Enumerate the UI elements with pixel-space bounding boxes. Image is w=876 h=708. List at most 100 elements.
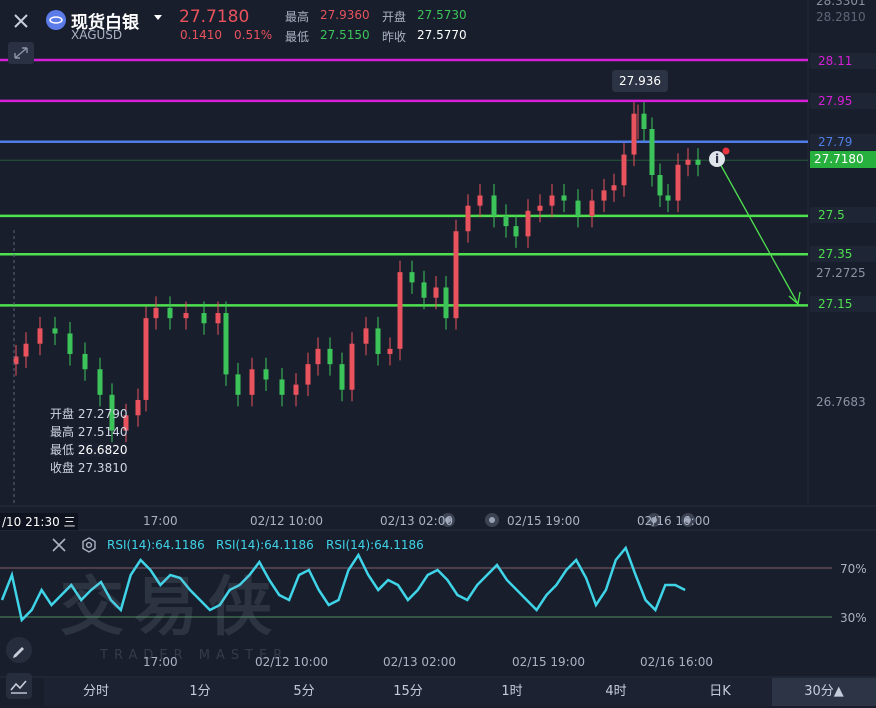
price-axis-tick: 28.2810 [816,10,866,24]
low-value: 27.5150 [320,28,370,42]
tooltip-open-value: 27.2790 [77,407,128,421]
tab-15min[interactable]: 15分 [356,678,460,706]
candle-body [657,175,663,196]
candle-body [135,399,141,416]
candle-body [549,195,555,206]
candle-body [37,328,43,344]
time-tick: 02/15 19:00 [507,514,580,528]
tooltip-high-value: 27.5140 [77,425,128,439]
level-label-27-15: 27.15 [810,296,876,312]
candle-body [52,328,58,334]
collapse-icon[interactable] [8,42,34,64]
level-label-27-79: 27.79 [810,134,876,150]
rsi-time-tick: 02/13 02:00 [383,655,456,669]
indicator-icon[interactable] [6,673,32,699]
time-tick: 02/16 16:00 [637,514,710,528]
tooltip-low-label: 最低 [50,443,75,457]
tooltip-close-value: 27.3810 [77,461,128,475]
candle-body [153,307,159,319]
candle-body [315,348,321,365]
candle-body [293,384,299,395]
projection-arrow-down [717,159,799,305]
price-axis-tick: 27.2725 [816,266,866,280]
rsi-time-tick: 17:00 [143,655,178,669]
time-tick: 17:00 [143,514,178,528]
silver-logo-icon [46,10,66,30]
tooltip-low-value: 26.6820 [77,443,128,457]
high-value: 27.9360 [320,8,370,22]
candle-body [649,129,655,176]
candle-body [421,282,427,298]
open-value: 27.5730 [417,8,467,22]
candle-body [575,200,581,216]
symbol-code: XAGUSD [71,28,123,42]
candle-body [477,195,483,206]
info-icon[interactable]: i [709,151,725,167]
tooltip-open-label: 开盘 [50,407,75,421]
tab-4hour[interactable]: 4时 [564,678,668,706]
rsi-time-tick: 02/16 16:00 [640,655,713,669]
candle-body [465,205,471,232]
candle-body [167,307,173,319]
prev-close-value: 27.5770 [417,28,467,42]
tab-30min[interactable]: 30分▲ [772,678,876,706]
candle-body [215,313,221,324]
prev-close-label: 昨收 [382,30,407,44]
candle-body [327,348,333,365]
current-price: 27.7180 [179,7,250,27]
candle-body [631,113,637,155]
close-icon[interactable] [8,8,34,34]
price-axis-top: 28.3301 [816,0,866,8]
time-tick: 02/13 02:00 [380,514,453,528]
tab-daily[interactable]: 日K [668,678,772,706]
tab-fenshi[interactable]: 分时 [44,678,148,706]
candle-body [513,226,519,237]
candle-body [525,210,531,237]
candle-body [339,364,345,390]
tab-5min[interactable]: 5分 [252,678,356,706]
candle-body [453,231,459,319]
candle-body [235,374,241,395]
peak-label: 27.936 [612,70,668,92]
close-indicator-icon[interactable] [50,536,68,554]
candle-body [279,379,285,395]
price-change-pct: 0.51% [234,28,273,42]
pen-icon[interactable] [6,637,32,663]
rsi-time-tick: 02/15 19:00 [512,655,585,669]
candle-body [611,185,617,191]
cursor-time: /10 21:30 三 [0,513,78,530]
watermark: 交易侠 [60,571,282,645]
candle-body [537,205,543,211]
level-label-28-11: 28.11 [810,53,876,69]
candle-body [491,195,497,216]
candle-body [249,369,255,395]
rsi-time-tick: 02/12 10:00 [255,655,328,669]
symbol-dropdown-icon[interactable] [154,15,162,20]
candle-body [363,328,369,344]
current-price-badge: 27.7180 [810,151,876,168]
candle-body [23,343,29,357]
price-axis-tick: 26.7683 [816,395,866,409]
candle-body [67,333,73,354]
level-label-27-5: 27.5 [810,207,876,223]
candle-body [375,328,381,354]
rsi-level-30: 30% [840,611,867,625]
time-tick: 02/12 10:00 [250,514,323,528]
low-label: 最低 [285,30,310,44]
candle-body [685,159,691,165]
tab-1hour[interactable]: 1时 [460,678,564,706]
candle-body [621,154,627,186]
high-label: 最高 [285,10,310,24]
level-label-27-95: 27.95 [810,93,876,109]
candle-body [397,272,403,349]
rsi-level-70: 70% [840,562,867,576]
candle-body [305,364,311,385]
candle-body [601,190,607,201]
indicator-settings-icon[interactable] [80,536,98,554]
candle-body [675,164,681,201]
candle-body [349,343,355,390]
period-tabs: 分时 1分 5分 15分 1时 4时 日K 30分▲ [44,678,876,706]
tab-1min[interactable]: 1分 [148,678,252,706]
candle-body [409,272,415,283]
candle-body [201,313,207,324]
